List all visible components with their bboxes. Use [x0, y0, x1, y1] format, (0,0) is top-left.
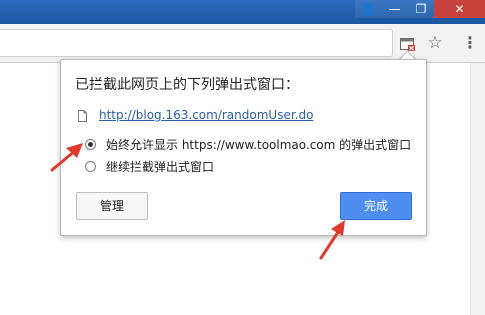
close-button[interactable]: ✕ — [434, 0, 485, 18]
bubble-title: 已拦截此网页上的下列弹出式窗口： — [75, 77, 299, 93]
popup-blocked-bubble: 已拦截此网页上的下列弹出式窗口： http://blog.163.com/ran… — [60, 59, 427, 236]
user-icon[interactable]: 👤 — [355, 0, 381, 18]
minimize-button[interactable]: — — [381, 0, 408, 18]
radio-always-allow[interactable] — [85, 139, 96, 150]
vertical-scrollbar[interactable] — [470, 63, 485, 315]
menu-icon[interactable]: ⋮ — [462, 34, 478, 52]
maximize-button[interactable]: ❐ — [408, 0, 434, 18]
option-always-allow[interactable]: 始终允许显示 https://www.toolmao.com 的弹出式窗口 — [85, 136, 411, 153]
window-titlebar: 👤 — ❐ ✕ — [0, 0, 485, 24]
manage-button[interactable]: 管理 — [76, 192, 148, 220]
address-bar[interactable] — [0, 29, 393, 57]
done-button[interactable]: 完成 — [340, 192, 412, 220]
radio-keep-blocking[interactable] — [85, 161, 96, 172]
option-keep-blocking[interactable]: 继续拦截弹出式窗口 — [85, 158, 214, 175]
option-keep-blocking-label: 继续拦截弹出式窗口 — [106, 160, 215, 174]
star-icon[interactable]: ☆ — [426, 34, 444, 52]
option-always-allow-label: 始终允许显示 https://www.toolmao.com 的弹出式窗口 — [106, 138, 412, 152]
blocked-popup-link[interactable]: http://blog.163.com/randomUser.do — [99, 108, 313, 122]
document-icon — [78, 110, 87, 122]
